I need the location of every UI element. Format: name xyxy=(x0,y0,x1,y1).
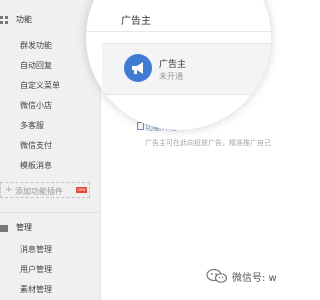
new-badge: new xyxy=(76,187,87,193)
wechat-icon xyxy=(206,269,228,283)
title-divider xyxy=(86,31,271,32)
nav-item-message-manage[interactable]: 消息管理 xyxy=(20,244,52,255)
watermark: 微信号: w xyxy=(206,268,277,284)
functions-heading: 功能 xyxy=(16,15,32,24)
page-title: 广告主 xyxy=(121,16,151,27)
nav-item-mass-send[interactable]: 群发功能 xyxy=(20,40,52,51)
advertiser-card-title: 广告主 xyxy=(159,60,187,70)
nav-item-wechat-pay[interactable]: 微信支付 xyxy=(20,140,52,151)
management-heading: 管理 xyxy=(16,223,32,232)
nav-item-user-manage[interactable]: 用户管理 xyxy=(20,264,52,275)
nav-item-template-message[interactable]: 模板消息 xyxy=(20,160,52,171)
megaphone-icon xyxy=(124,54,152,82)
nav-item-auto-reply[interactable]: 自动回复 xyxy=(20,60,52,71)
nav-item-multi-cs[interactable]: 多客服 xyxy=(20,120,44,131)
plus-icon: + xyxy=(5,185,13,195)
add-plugin-label: 添加功能插件 xyxy=(15,187,63,196)
advertiser-card[interactable]: 广告主 未开通 xyxy=(102,43,271,95)
sidebar-divider xyxy=(0,212,100,213)
grid-icon xyxy=(0,16,8,24)
nav-item-material-manage[interactable]: 素材管理 xyxy=(20,284,52,295)
advertiser-card-status: 未开通 xyxy=(159,72,183,81)
watermark-text: 微信号: w xyxy=(232,272,277,284)
add-plugin-button[interactable]: + 添加功能插件 new xyxy=(0,182,90,198)
folder-icon xyxy=(0,225,8,232)
intro-description: 广告主可在此向投放广告，精准推广自己 xyxy=(145,139,271,147)
nav-item-custom-menu[interactable]: 自定义菜单 xyxy=(20,80,60,91)
nav-item-wechat-store[interactable]: 微信小店 xyxy=(20,100,52,111)
